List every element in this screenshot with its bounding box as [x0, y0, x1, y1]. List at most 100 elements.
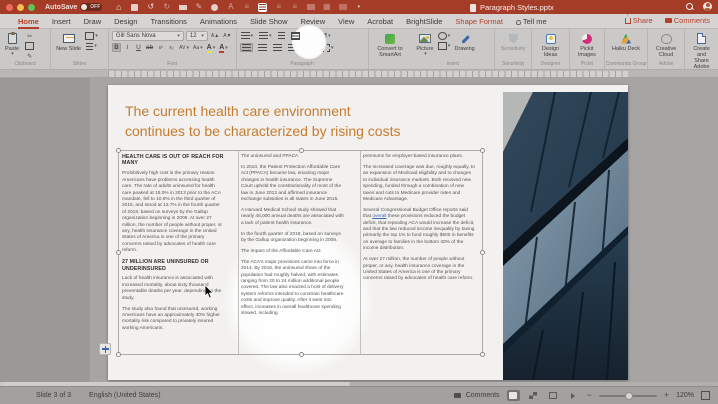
zoom-in-button[interactable]: + [664, 391, 669, 400]
indent-icon[interactable]: ≡ [290, 3, 299, 12]
table-icon[interactable] [306, 3, 315, 12]
design-ideas-button[interactable]: Design Ideas [535, 31, 565, 59]
align-right-button[interactable] [272, 43, 283, 52]
bold-button[interactable]: B [112, 43, 121, 52]
zoom-slider[interactable] [599, 395, 657, 397]
tab-design[interactable]: Design [114, 17, 137, 26]
creative-cloud-button[interactable]: Creative Cloud [651, 31, 681, 59]
resize-handle-bottom-center[interactable] [299, 352, 304, 357]
resize-handle-middle-right[interactable] [480, 250, 485, 255]
share-button[interactable]: Share [625, 16, 653, 25]
font-size-combo[interactable]: 12▾ [186, 31, 208, 41]
line-spacing-button[interactable]: ▾ [305, 31, 320, 40]
tab-view[interactable]: View [338, 17, 354, 26]
slideshow-view-button[interactable] [567, 390, 580, 401]
thumbnail-pane-collapsed[interactable] [0, 78, 90, 382]
resize-handle-top-left[interactable] [116, 148, 121, 153]
align-icon[interactable]: ≡ [242, 3, 251, 12]
move-object-button[interactable] [99, 343, 111, 355]
bullets-button[interactable]: ▾ [240, 31, 255, 40]
account-avatar[interactable] [703, 2, 712, 11]
undo-icon[interactable]: ↺ [146, 3, 155, 12]
superscript-button[interactable]: x² [156, 43, 165, 52]
zoom-slider-thumb[interactable] [625, 392, 633, 400]
resize-handle-top-center[interactable] [299, 148, 304, 153]
resize-handle-bottom-left[interactable] [116, 352, 121, 357]
strikethrough-button[interactable]: ab [145, 43, 154, 52]
media-icon[interactable] [338, 3, 347, 12]
fit-slide-to-window-icon[interactable] [701, 391, 710, 400]
tab-draw[interactable]: Draw [84, 17, 102, 26]
autosave-toggle[interactable]: OFF [80, 3, 102, 11]
paragraph-marks-button[interactable]: ¶▾ [323, 31, 332, 40]
decrease-indent-button[interactable] [277, 31, 286, 40]
font-color-button[interactable]: A▾ [218, 43, 229, 52]
columns-button[interactable]: ▾ [302, 43, 317, 52]
character-spacing-button[interactable]: AV▾ [178, 43, 190, 52]
subscript-button[interactable]: x₂ [167, 43, 176, 52]
text-color-icon[interactable]: A [226, 3, 235, 12]
horizontal-ruler[interactable] [0, 70, 718, 78]
haiku-deck-button[interactable]: Haiku Deck [610, 31, 642, 53]
tab-animations[interactable]: Animations [200, 17, 237, 26]
search-icon[interactable] [686, 3, 694, 11]
section-button[interactable]: ▾ [85, 42, 98, 50]
shapes-icon[interactable] [210, 3, 219, 12]
normal-view-button[interactable] [507, 390, 520, 401]
tab-tell-me[interactable]: Tell me [516, 17, 547, 26]
minimize-window-button[interactable] [17, 4, 24, 11]
paste-button[interactable]: Paste▾ [3, 31, 21, 59]
building-photo[interactable] [503, 92, 628, 380]
slide-indicator[interactable]: Slide 3 of 3 [36, 392, 71, 399]
tab-shape-format[interactable]: Shape Format [455, 17, 503, 26]
zoom-window-button[interactable] [28, 4, 35, 11]
list-icon[interactable]: ≡ [274, 3, 283, 12]
text-column-2[interactable]: The uninsured and PPACA In 2010, the Pat… [241, 154, 345, 322]
paragraph-settings-highlighted-icon[interactable] [258, 3, 267, 12]
home-icon[interactable]: ⌂ [114, 3, 123, 12]
pickit-images-button[interactable]: Pickit Images [573, 31, 601, 59]
zoom-out-button[interactable]: − [587, 391, 592, 400]
tab-insert[interactable]: Insert [52, 17, 71, 26]
new-slide-button[interactable]: New Slide [54, 31, 83, 53]
tab-home[interactable]: Home [18, 17, 39, 26]
text-column-3[interactable]: premiums for employer-based insurance pl… [363, 154, 475, 287]
convert-to-smartart-button[interactable]: Convert to SmartArt [372, 31, 409, 59]
text-direction-button[interactable]: ▾ [320, 43, 335, 52]
format-painter-icon[interactable]: ✎ [194, 3, 203, 12]
picture-button[interactable]: Picture▾ [414, 31, 435, 59]
highlight-color-button[interactable]: A▾ [206, 43, 217, 52]
italic-button[interactable]: I [123, 43, 132, 52]
copy-button[interactable] [23, 42, 36, 50]
increase-indent-button[interactable] [290, 31, 301, 40]
reading-view-button[interactable] [547, 390, 560, 401]
print-icon[interactable] [178, 3, 187, 12]
resize-handle-middle-left[interactable] [116, 250, 121, 255]
numbering-button[interactable]: ▾ [258, 31, 273, 40]
tab-review[interactable]: Review [301, 17, 326, 26]
resize-handle-bottom-right[interactable] [480, 352, 485, 357]
overall-hyperlink[interactable]: overall [372, 214, 386, 219]
align-left-button[interactable] [240, 43, 253, 52]
change-case-button[interactable]: Aa▾ [192, 43, 204, 52]
slide-title[interactable]: The current health care environment cont… [125, 101, 485, 141]
more-commands-icon[interactable]: • [354, 3, 363, 12]
slide-sorter-view-button[interactable] [527, 390, 540, 401]
shrink-font-button[interactable]: A▼ [222, 32, 232, 41]
cut-button[interactable]: ✂ [23, 32, 36, 40]
slide-canvas[interactable]: The current health care environment cont… [108, 85, 628, 380]
tab-brightslide[interactable]: BrightSlide [406, 17, 442, 26]
drawing-button[interactable]: Drawing [453, 31, 477, 53]
format-painter-button[interactable]: ✎ [23, 52, 36, 60]
zoom-level[interactable]: 120% [676, 392, 694, 399]
chart-icon[interactable]: ▦ [322, 3, 331, 12]
text-column-1[interactable]: HEALTH CARE IS OUT OF REACH FOR MANY Pro… [122, 154, 224, 337]
comments-button[interactable]: Comments [665, 16, 710, 25]
tab-slide-show[interactable]: Slide Show [250, 17, 288, 26]
grow-font-button[interactable]: A▲ [210, 32, 220, 41]
align-center-button[interactable] [257, 43, 268, 52]
underline-button[interactable]: U [134, 43, 143, 52]
comments-toggle-button[interactable]: Comments [454, 392, 500, 399]
justify-button[interactable] [287, 43, 298, 52]
shapes-button[interactable]: ▾ [438, 32, 451, 40]
